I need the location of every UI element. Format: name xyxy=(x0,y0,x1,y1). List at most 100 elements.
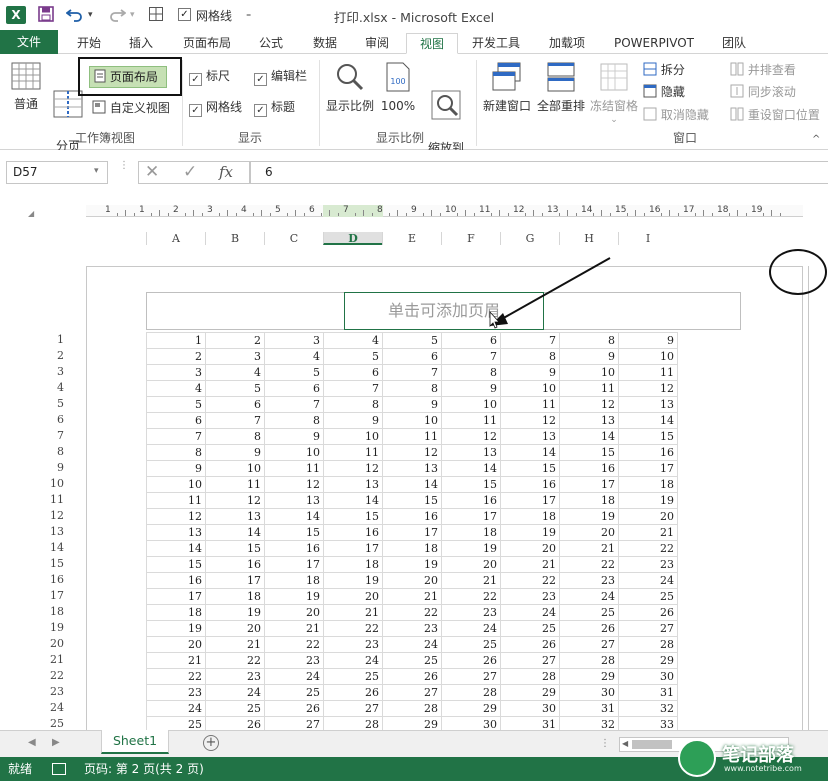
cell[interactable]: 25 xyxy=(323,668,383,685)
prev-sheet-icon[interactable]: ◀ xyxy=(28,737,36,748)
cell[interactable]: 25 xyxy=(264,684,324,701)
cell[interactable]: 33 xyxy=(618,716,678,730)
cell[interactable]: 24 xyxy=(441,620,501,637)
cancel-icon[interactable]: ✕ xyxy=(145,162,159,183)
cell[interactable]: 11 xyxy=(559,380,619,397)
cell[interactable]: 15 xyxy=(205,540,265,557)
cell[interactable]: 21 xyxy=(500,556,560,573)
cell[interactable]: 25 xyxy=(559,604,619,621)
cell[interactable]: 9 xyxy=(323,412,383,429)
cell[interactable]: 25 xyxy=(205,700,265,717)
cell[interactable]: 18 xyxy=(146,604,206,621)
cell[interactable]: 15 xyxy=(618,428,678,445)
row-header[interactable]: 3 xyxy=(40,364,64,380)
hide-button[interactable]: 隐藏 xyxy=(643,84,685,102)
enter-check-icon[interactable]: ✓ xyxy=(183,162,197,183)
cell[interactable]: 7 xyxy=(441,348,501,365)
cell[interactable]: 20 xyxy=(441,556,501,573)
cell[interactable]: 15 xyxy=(264,524,324,541)
cell[interactable]: 19 xyxy=(205,604,265,621)
cell[interactable]: 22 xyxy=(323,620,383,637)
row-header[interactable]: 7 xyxy=(40,428,64,444)
cell[interactable]: 14 xyxy=(146,540,206,557)
cell[interactable]: 24 xyxy=(500,604,560,621)
cell[interactable]: 17 xyxy=(323,540,383,557)
cell[interactable]: 22 xyxy=(382,604,442,621)
cell[interactable]: 6 xyxy=(323,364,383,381)
tab-review[interactable]: 审阅 xyxy=(356,33,398,54)
cell[interactable]: 7 xyxy=(500,332,560,349)
row-header[interactable]: 12 xyxy=(40,508,64,524)
row-header[interactable]: 9 xyxy=(40,460,64,476)
cell[interactable]: 29 xyxy=(382,716,442,730)
row-header[interactable]: 1 xyxy=(40,332,64,348)
cell[interactable]: 7 xyxy=(323,380,383,397)
cell[interactable]: 28 xyxy=(323,716,383,730)
cell[interactable]: 8 xyxy=(146,444,206,461)
cell[interactable]: 26 xyxy=(618,604,678,621)
row-header[interactable]: 23 xyxy=(40,684,64,700)
cell[interactable]: 23 xyxy=(146,684,206,701)
cell[interactable]: 11 xyxy=(618,364,678,381)
column-header-i[interactable]: I xyxy=(618,232,677,245)
cell[interactable]: 3 xyxy=(146,364,206,381)
reset-window-position-button[interactable]: 重设窗口位置 xyxy=(730,107,820,125)
column-header-h[interactable]: H xyxy=(559,232,618,245)
cell[interactable]: 29 xyxy=(559,668,619,685)
cell[interactable]: 8 xyxy=(441,364,501,381)
cell[interactable]: 17 xyxy=(264,556,324,573)
cell[interactable]: 20 xyxy=(618,508,678,525)
cell[interactable]: 10 xyxy=(382,412,442,429)
cell[interactable]: 27 xyxy=(323,700,383,717)
cell[interactable]: 9 xyxy=(146,460,206,477)
row-header[interactable]: 6 xyxy=(40,412,64,428)
row-header[interactable]: 19 xyxy=(40,620,64,636)
next-sheet-icon[interactable]: ▶ xyxy=(52,737,60,748)
cell[interactable]: 8 xyxy=(205,428,265,445)
cell[interactable]: 32 xyxy=(559,716,619,730)
row-header[interactable]: 15 xyxy=(40,556,64,572)
cell[interactable]: 9 xyxy=(618,332,678,349)
cell[interactable]: 16 xyxy=(146,572,206,589)
cell[interactable]: 10 xyxy=(146,476,206,493)
cell[interactable]: 18 xyxy=(264,572,324,589)
cell[interactable]: 9 xyxy=(441,380,501,397)
gridlines-checkbox[interactable]: ✓ 网格线 xyxy=(189,99,242,117)
cell[interactable]: 21 xyxy=(205,636,265,653)
cell[interactable]: 25 xyxy=(500,620,560,637)
column-header-b[interactable]: B xyxy=(205,232,264,245)
cell[interactable]: 21 xyxy=(146,652,206,669)
new-window-button[interactable]: 新建窗口 xyxy=(480,62,534,113)
cell[interactable]: 11 xyxy=(146,492,206,509)
tab-insert[interactable]: 插入 xyxy=(120,33,162,54)
column-header-e[interactable]: E xyxy=(382,232,441,245)
cell[interactable]: 10 xyxy=(264,444,324,461)
row-header[interactable]: 8 xyxy=(40,444,64,460)
cell[interactable]: 25 xyxy=(146,716,206,730)
cell[interactable]: 21 xyxy=(441,572,501,589)
cell[interactable]: 13 xyxy=(500,428,560,445)
cell[interactable]: 16 xyxy=(205,556,265,573)
cell[interactable]: 20 xyxy=(205,620,265,637)
cell[interactable]: 7 xyxy=(382,364,442,381)
cell[interactable]: 4 xyxy=(323,332,383,349)
tab-add-ins[interactable]: 加载项 xyxy=(540,33,594,54)
cell[interactable]: 29 xyxy=(441,700,501,717)
cell[interactable]: 22 xyxy=(559,556,619,573)
cell[interactable]: 4 xyxy=(146,380,206,397)
tab-data[interactable]: 数据 xyxy=(304,33,346,54)
cell[interactable]: 2 xyxy=(205,332,265,349)
cell[interactable]: 15 xyxy=(441,476,501,493)
cell[interactable]: 26 xyxy=(441,652,501,669)
sync-scroll-button[interactable]: 同步滚动 xyxy=(730,84,796,102)
row-header[interactable]: 25 xyxy=(40,716,64,730)
row-header[interactable]: 18 xyxy=(40,604,64,620)
row-header[interactable]: 11 xyxy=(40,492,64,508)
cell[interactable]: 13 xyxy=(382,460,442,477)
arrange-all-button[interactable]: 全部重排 xyxy=(535,62,587,113)
cell[interactable]: 17 xyxy=(500,492,560,509)
cell[interactable]: 24 xyxy=(559,588,619,605)
cell[interactable]: 22 xyxy=(205,652,265,669)
cell[interactable]: 16 xyxy=(264,540,324,557)
column-header-c[interactable]: C xyxy=(264,232,323,245)
